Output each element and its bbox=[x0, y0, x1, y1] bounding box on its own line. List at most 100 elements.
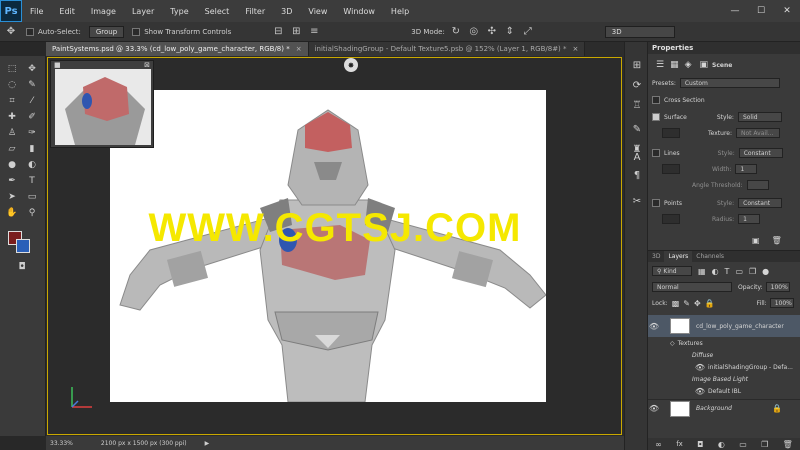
layer-row-background[interactable]: 👁 Background 🔒 bbox=[648, 399, 800, 417]
menu-image[interactable]: Image bbox=[83, 7, 124, 16]
texture-dropdown[interactable]: Not Avail... bbox=[736, 128, 780, 138]
dodge-tool-icon[interactable]: ◐ bbox=[24, 158, 40, 172]
lasso-tool-icon[interactable]: ◌ bbox=[4, 78, 20, 92]
smart-filter-icon[interactable]: ❐ bbox=[749, 267, 756, 276]
layer-row-default-ibl[interactable]: 👁 Default IBL bbox=[648, 385, 800, 397]
fill-field[interactable]: 100% bbox=[769, 298, 794, 308]
opacity-field[interactable]: 100% bbox=[765, 282, 790, 292]
layer-row-textures[interactable]: ◇ Textures bbox=[648, 337, 800, 349]
tab-paintsystems[interactable]: PaintSystems.psd @ 33.3% (cd_low_poly_ga… bbox=[46, 42, 309, 56]
3d-scene-icon[interactable]: ✸ bbox=[344, 58, 358, 72]
visibility-eye-icon[interactable]: 👁 bbox=[648, 404, 660, 413]
auto-select-checkbox[interactable] bbox=[26, 27, 34, 36]
surface-style-dropdown[interactable]: Solid bbox=[737, 112, 782, 122]
workspace-dropdown[interactable]: 3D bbox=[604, 25, 675, 38]
crop-tool-icon[interactable]: ⌗ bbox=[4, 94, 20, 108]
angle-field[interactable] bbox=[746, 180, 769, 190]
menu-file[interactable]: File bbox=[22, 7, 51, 16]
close-icon[interactable]: × bbox=[296, 45, 302, 53]
move-tool-icon[interactable]: ✥ bbox=[4, 25, 18, 39]
navigator-expand-icon[interactable]: ⊠ bbox=[144, 61, 150, 69]
fx-icon[interactable]: fx bbox=[676, 440, 683, 448]
character-panel-icon[interactable]: A bbox=[630, 150, 644, 164]
tab-channels[interactable]: Channels bbox=[692, 251, 728, 262]
tab-3d[interactable]: 3D bbox=[648, 251, 664, 262]
close-icon[interactable]: × bbox=[573, 45, 579, 53]
transform-checkbox[interactable] bbox=[132, 27, 141, 36]
points-checkbox[interactable] bbox=[652, 199, 660, 207]
type-filter-icon[interactable]: T bbox=[725, 267, 730, 276]
lock-pixels-icon[interactable]: ▩ bbox=[672, 299, 680, 308]
navigator-thumbnail[interactable]: ■ ⊠ bbox=[50, 60, 154, 148]
points-style-dropdown[interactable]: Constant bbox=[738, 198, 783, 208]
minimize-icon[interactable]: — bbox=[722, 0, 748, 22]
environment-icon[interactable]: ▦ bbox=[670, 60, 679, 70]
menu-filter[interactable]: Filter bbox=[237, 7, 273, 16]
align-icon[interactable]: ⊟ bbox=[271, 25, 285, 39]
link-layers-icon[interactable]: ∞ bbox=[655, 440, 662, 449]
menu-type[interactable]: Type bbox=[162, 7, 196, 16]
trash-icon[interactable]: 🗑 bbox=[783, 440, 793, 449]
type-tool-icon[interactable]: T bbox=[24, 174, 40, 188]
drag-3d-icon[interactable]: ✣ bbox=[485, 25, 499, 39]
roll-3d-icon[interactable]: ◎ bbox=[467, 25, 481, 39]
zoom-level[interactable]: 33.33% bbox=[50, 440, 73, 447]
menu-edit[interactable]: Edit bbox=[51, 7, 83, 16]
blur-tool-icon[interactable]: ● bbox=[4, 158, 20, 172]
paragraph-panel-icon[interactable]: ¶ bbox=[630, 168, 644, 182]
brush-panel-icon[interactable]: ✎ bbox=[630, 122, 644, 136]
canvas-area[interactable]: ✸ ■ ⊠ WWW.CGTSJ.COM bbox=[46, 56, 624, 436]
zoom-tool-icon[interactable]: ⚲ bbox=[24, 206, 40, 220]
tab-shading-group[interactable]: initialShadingGroup - Default Texture5.p… bbox=[308, 42, 586, 56]
eyedropper-tool-icon[interactable]: ⁄ bbox=[24, 94, 40, 108]
trash-icon[interactable]: 🗑 bbox=[772, 236, 782, 245]
background-color-swatch[interactable] bbox=[16, 239, 30, 253]
quick-select-tool-icon[interactable]: ✎ bbox=[24, 78, 40, 92]
lock-paint-icon[interactable]: ✎ bbox=[683, 299, 690, 308]
move-tool-icon[interactable]: ✥ bbox=[24, 62, 40, 76]
lines-style-dropdown[interactable]: Constant bbox=[738, 148, 783, 158]
rotate-3d-icon[interactable]: ↻ bbox=[449, 25, 463, 39]
scene-filter-icon[interactable]: ☰ bbox=[656, 60, 664, 70]
pixel-filter-icon[interactable]: ▦ bbox=[698, 267, 706, 276]
hand-tool-icon[interactable]: ✋ bbox=[4, 206, 20, 220]
adjustments-icon[interactable]: ♖ bbox=[630, 98, 644, 112]
layer-row-diffuse[interactable]: Diffuse bbox=[648, 349, 800, 361]
slide-3d-icon[interactable]: ⇕ bbox=[503, 25, 517, 39]
menu-window[interactable]: Window bbox=[335, 7, 383, 16]
menu-select[interactable]: Select bbox=[197, 7, 238, 16]
3d-panel-icon[interactable]: ⟳ bbox=[630, 78, 644, 92]
adjustment-layer-icon[interactable]: ◐ bbox=[718, 440, 725, 449]
distribute-icon[interactable]: ≡ bbox=[307, 25, 321, 39]
radius-field[interactable]: 1 bbox=[738, 214, 761, 224]
shape-tool-icon[interactable]: ▭ bbox=[24, 190, 40, 204]
lock-all-icon[interactable]: 🔒 bbox=[705, 299, 715, 308]
lock-position-icon[interactable]: ✥ bbox=[694, 299, 701, 308]
kind-filter-dropdown[interactable]: ⚲ Kind bbox=[652, 266, 692, 276]
auto-select-dropdown[interactable]: Group bbox=[88, 25, 125, 38]
clone-stamp-tool-icon[interactable]: ♙ bbox=[4, 126, 20, 140]
add-mask-icon[interactable]: ◘ bbox=[697, 440, 703, 449]
menu-help[interactable]: Help bbox=[383, 7, 417, 16]
tab-layers[interactable]: Layers bbox=[664, 251, 693, 262]
adjust-filter-icon[interactable]: ◐ bbox=[712, 267, 719, 276]
menu-3d[interactable]: 3D bbox=[273, 7, 300, 16]
axis-gizmo[interactable] bbox=[66, 381, 96, 411]
visibility-eye-icon[interactable]: 👁 bbox=[648, 322, 660, 331]
new-group-icon[interactable]: ▭ bbox=[739, 440, 747, 449]
pen-tool-icon[interactable]: ✒ bbox=[4, 174, 20, 188]
filter-toggle-icon[interactable]: ● bbox=[762, 267, 769, 276]
menu-view[interactable]: View bbox=[300, 7, 335, 16]
history-icon[interactable]: ⊞ bbox=[630, 58, 644, 72]
visibility-eye-icon[interactable]: 👁 bbox=[694, 387, 706, 396]
marquee-tool-icon[interactable]: ⬚ bbox=[4, 62, 20, 76]
camera-icon[interactable]: ■ bbox=[54, 61, 61, 69]
gradient-tool-icon[interactable]: ▮ bbox=[24, 142, 40, 156]
presets-dropdown[interactable]: Custom bbox=[679, 78, 780, 88]
lines-swatch[interactable] bbox=[662, 164, 680, 174]
brush-tool-icon[interactable]: ✐ bbox=[24, 110, 40, 124]
close-icon[interactable]: ✕ bbox=[774, 0, 800, 22]
eraser-tool-icon[interactable]: ▱ bbox=[4, 142, 20, 156]
shape-filter-icon[interactable]: ▭ bbox=[735, 267, 743, 276]
align-center-icon[interactable]: ⊞ bbox=[289, 25, 303, 39]
